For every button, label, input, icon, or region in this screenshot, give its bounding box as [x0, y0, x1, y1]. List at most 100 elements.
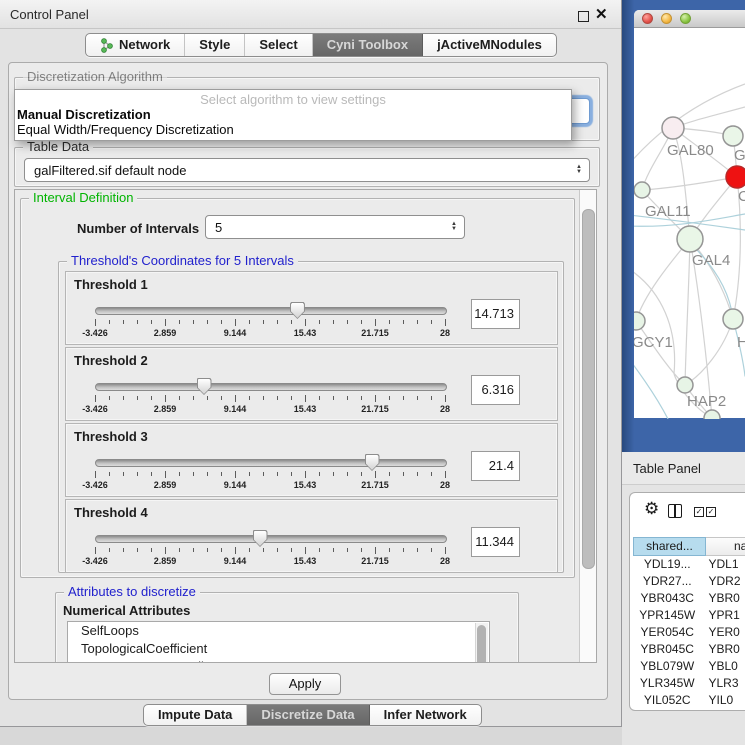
slider-tick-label: -3.426: [82, 480, 108, 490]
slider-tick-label: 28: [440, 404, 450, 414]
list-item[interactable]: BetweennessCentrality: [68, 658, 489, 663]
numerical-attributes-list: SelfLoops TopologicalCoefficient Between…: [67, 621, 490, 663]
slider-thumb[interactable]: [197, 378, 212, 395]
cell-name[interactable]: YER0: [701, 624, 745, 641]
threshold-value-field[interactable]: 14.713: [471, 299, 520, 329]
cell-shared-name[interactable]: YBL079W: [633, 658, 701, 675]
cell-name[interactable]: YIL0: [701, 692, 745, 709]
network-node[interactable]: [634, 182, 650, 198]
slider-tick: [179, 320, 180, 324]
float-window-icon[interactable]: [578, 11, 589, 22]
table-row[interactable]: YLR345WYLR3: [633, 675, 745, 692]
slider-track[interactable]: [95, 459, 447, 467]
threshold-slider[interactable]: -3.4262.8599.14415.4321.71528: [95, 454, 445, 494]
slider-track[interactable]: [95, 535, 447, 543]
slider-track[interactable]: [95, 383, 447, 391]
column-header-shared-name[interactable]: shared...: [633, 537, 706, 556]
network-node[interactable]: [662, 117, 684, 139]
settings-scrollbar-thumb[interactable]: [582, 209, 595, 569]
table-row[interactable]: YDR27...YDR2: [633, 573, 745, 590]
cell-name[interactable]: YDL1: [701, 556, 745, 573]
tab-network[interactable]: Network: [86, 34, 185, 56]
tab-cyni-toolbox[interactable]: Cyni Toolbox: [313, 34, 423, 56]
close-traffic-light-icon[interactable]: [642, 13, 653, 24]
slider-tick: [389, 472, 390, 476]
cell-name[interactable]: YPR1: [701, 607, 745, 624]
cytoscape-desktop: GAL80G.CGAL11GAL4GCY1HHAP2: [622, 0, 745, 452]
slider-tick: [445, 319, 446, 326]
tab-jactivemnodules[interactable]: jActiveMNodules: [423, 34, 556, 56]
network-canvas[interactable]: GAL80G.CGAL11GAL4GCY1HHAP2: [634, 29, 745, 419]
cell-name[interactable]: YDR2: [701, 573, 745, 590]
table-row[interactable]: YBR045CYBR0: [633, 641, 745, 658]
threshold-slider[interactable]: -3.4262.8599.14415.4321.71528: [95, 378, 445, 418]
cell-shared-name[interactable]: YBR045C: [633, 641, 701, 658]
cell-name[interactable]: YLR3: [701, 675, 745, 692]
slider-tick: [165, 471, 166, 478]
deselect-all-checkbox-icon[interactable]: ✓: [706, 507, 716, 517]
slider-thumb[interactable]: [253, 530, 268, 547]
cell-shared-name[interactable]: YBR043C: [633, 590, 701, 607]
algorithm-option-manual[interactable]: Manual Discretization: [15, 107, 571, 122]
network-node[interactable]: [726, 166, 745, 188]
column-header-name[interactable]: na: [706, 537, 745, 556]
slider-tick: [151, 472, 152, 476]
tab-impute-data[interactable]: Impute Data: [144, 705, 247, 725]
tab-style[interactable]: Style: [185, 34, 245, 56]
cell-shared-name[interactable]: YIL052C: [633, 692, 701, 709]
slider-ticks: [95, 319, 445, 327]
tab-infer-network[interactable]: Infer Network: [370, 705, 481, 725]
table-row[interactable]: YBR043CYBR0: [633, 590, 745, 607]
tab-select[interactable]: Select: [245, 34, 312, 56]
algorithm-dropdown-prompt[interactable]: Select algorithm to view settings: [15, 92, 571, 107]
cell-shared-name[interactable]: YER054C: [633, 624, 701, 641]
network-node[interactable]: [723, 309, 743, 329]
minimize-traffic-light-icon[interactable]: [661, 13, 672, 24]
cell-shared-name[interactable]: YDL19...: [633, 556, 701, 573]
slider-thumb[interactable]: [290, 302, 305, 319]
list-scrollbar-thumb[interactable]: [477, 625, 486, 663]
threshold-slider[interactable]: -3.4262.8599.14415.4321.71528: [95, 302, 445, 342]
network-node[interactable]: [704, 410, 720, 419]
close-icon[interactable]: ✕: [595, 5, 608, 23]
network-node-label: GAL80: [667, 142, 714, 159]
select-all-checkbox-icon[interactable]: ✓: [694, 507, 704, 517]
network-node[interactable]: [723, 126, 743, 146]
slider-tick: [445, 471, 446, 478]
slider-tick: [221, 396, 222, 400]
cell-name[interactable]: YBR0: [701, 590, 745, 607]
threshold-value-field[interactable]: 11.344: [471, 527, 520, 557]
tab-discretize-data[interactable]: Discretize Data: [247, 705, 369, 725]
threshold-value-field[interactable]: 21.4: [471, 451, 520, 481]
table-row[interactable]: YIL052CYIL0: [633, 692, 745, 709]
table-row[interactable]: YDL19...YDL1: [633, 556, 745, 573]
cell-name[interactable]: YBL0: [701, 658, 745, 675]
network-node[interactable]: [634, 312, 645, 330]
gear-icon[interactable]: ⚙: [644, 499, 659, 519]
cell-shared-name[interactable]: YDR27...: [633, 573, 701, 590]
zoom-traffic-light-icon[interactable]: [680, 13, 691, 24]
threshold-value-field[interactable]: 6.316: [471, 375, 520, 405]
table-panel-title: Table Panel: [633, 461, 701, 476]
network-node[interactable]: [677, 377, 693, 393]
algorithm-option-equal-width[interactable]: Equal Width/Frequency Discretization: [15, 122, 571, 137]
apply-button[interactable]: Apply: [269, 673, 341, 695]
slider-track[interactable]: [95, 307, 447, 315]
number-of-intervals-combobox[interactable]: 5 ▲▼: [205, 215, 465, 239]
cell-shared-name[interactable]: YPR145W: [633, 607, 701, 624]
settings-scrollbar[interactable]: [579, 190, 596, 662]
slider-thumb[interactable]: [365, 454, 380, 471]
table-row[interactable]: YPR145WYPR1: [633, 607, 745, 624]
threshold-label: Threshold 2: [74, 353, 148, 368]
cell-shared-name[interactable]: YLR345W: [633, 675, 701, 692]
list-item[interactable]: TopologicalCoefficient: [68, 640, 489, 658]
columns-icon[interactable]: [668, 504, 682, 518]
cell-name[interactable]: YBR0: [701, 641, 745, 658]
table-data-combobox[interactable]: galFiltered.sif default node ▲▼: [24, 158, 590, 182]
threshold-slider[interactable]: -3.4262.8599.14415.4321.71528: [95, 530, 445, 570]
network-node[interactable]: [677, 226, 703, 252]
list-item[interactable]: SelfLoops: [68, 622, 489, 640]
list-scrollbar[interactable]: [475, 623, 488, 663]
table-row[interactable]: YER054CYER0: [633, 624, 745, 641]
table-row[interactable]: YBL079WYBL0: [633, 658, 745, 675]
